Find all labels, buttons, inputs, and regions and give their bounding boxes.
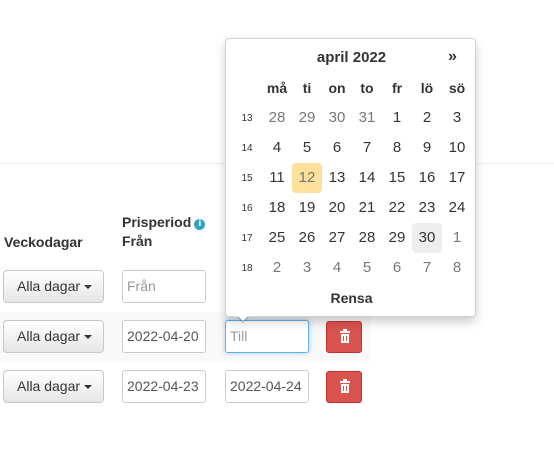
header-price-period: Prisperiod i (122, 213, 206, 231)
calendar-day[interactable]: 1 (382, 103, 412, 133)
calendar-day[interactable]: 30 (412, 223, 442, 253)
calendar-day[interactable]: 11 (262, 163, 292, 193)
calendar-day[interactable]: 4 (322, 253, 352, 283)
weekdays-dropdown-button[interactable]: Alla dagar (3, 370, 104, 403)
calendar-day[interactable]: 6 (382, 253, 412, 283)
calendar-day[interactable]: 21 (352, 193, 382, 223)
calendar-day[interactable]: 20 (322, 193, 352, 223)
calendar-day[interactable]: 30 (322, 103, 352, 133)
calendar-day[interactable]: 3 (292, 253, 322, 283)
calendar-day[interactable]: 25 (262, 223, 292, 253)
info-icon[interactable]: i (194, 219, 206, 230)
header-weekdays: Veckodagar (4, 234, 83, 250)
to-date-input[interactable]: Till (225, 320, 309, 353)
datepicker: april 2022 » Rensa må ti on to fr lö sö 13 28 29 3… (225, 38, 476, 317)
from-date-input[interactable]: Från (122, 270, 206, 303)
calendar-day[interactable]: 18 (262, 193, 292, 223)
header-price-period-label: Prisperiod (122, 214, 192, 230)
weekday-header: fr (391, 80, 403, 96)
calendar-day[interactable]: 2 (412, 103, 442, 133)
calendar-day[interactable]: 5 (292, 133, 322, 163)
calendar-day[interactable]: 15 (382, 163, 412, 193)
datepicker-month-title[interactable]: april 2022 (226, 49, 477, 66)
weekday-header: to (360, 80, 374, 96)
datepicker-pointer-inner (237, 315, 249, 321)
caret-down-icon (84, 285, 93, 289)
weekday-header: lö (420, 80, 434, 96)
calendar-day[interactable]: 10 (442, 133, 472, 163)
calendar-day[interactable]: 29 (382, 223, 412, 253)
calendar-day[interactable]: 9 (412, 133, 442, 163)
next-month-button[interactable]: » (448, 48, 457, 66)
week-number: 18 (241, 263, 253, 274)
week-number: 14 (241, 143, 253, 154)
calendar-day[interactable]: 14 (352, 163, 382, 193)
calendar-day[interactable]: 23 (412, 193, 442, 223)
header-from: Från (122, 233, 153, 249)
clear-button[interactable]: Rensa (226, 290, 477, 306)
from-date-input[interactable]: 2022-04-20 (122, 320, 206, 353)
weekday-header: må (266, 80, 288, 96)
calendar-day[interactable]: 22 (382, 193, 412, 223)
calendar-day[interactable]: 8 (382, 133, 412, 163)
calendar-day[interactable]: 24 (442, 193, 472, 223)
trash-icon (340, 379, 350, 393)
calendar-day[interactable]: 29 (292, 103, 322, 133)
calendar-day[interactable]: 1 (442, 223, 472, 253)
calendar-day[interactable]: 16 (412, 163, 442, 193)
week-number: 15 (241, 173, 253, 184)
week-number: 16 (241, 203, 253, 214)
weekday-header: sö (448, 80, 466, 96)
caret-down-icon (84, 335, 93, 339)
delete-row-button[interactable] (326, 371, 362, 403)
calendar-day[interactable]: 19 (292, 193, 322, 223)
calendar-day[interactable]: 12 (292, 163, 322, 193)
calendar-day[interactable]: 7 (412, 253, 442, 283)
calendar-day[interactable]: 31 (352, 103, 382, 133)
weekdays-dropdown-label: Alla dagar (17, 328, 81, 344)
calendar-day[interactable]: 28 (352, 223, 382, 253)
to-date-input[interactable]: 2022-04-24 (225, 370, 309, 403)
calendar-day[interactable]: 2 (262, 253, 292, 283)
week-number: 17 (241, 233, 253, 244)
weekdays-dropdown-label: Alla dagar (17, 278, 81, 294)
calendar-day[interactable]: 4 (262, 133, 292, 163)
calendar-day[interactable]: 5 (352, 253, 382, 283)
calendar-day[interactable]: 7 (352, 133, 382, 163)
weekdays-dropdown-button[interactable]: Alla dagar (3, 270, 104, 303)
calendar-day[interactable]: 6 (322, 133, 352, 163)
calendar-day[interactable]: 8 (442, 253, 472, 283)
calendar-day[interactable]: 13 (322, 163, 352, 193)
calendar-day[interactable]: 27 (322, 223, 352, 253)
delete-row-button[interactable] (326, 321, 362, 353)
weekdays-dropdown-button[interactable]: Alla dagar (3, 320, 104, 353)
caret-down-icon (84, 385, 93, 389)
weekdays-dropdown-label: Alla dagar (17, 378, 81, 394)
weekday-header: on (328, 80, 346, 96)
calendar-day[interactable]: 28 (262, 103, 292, 133)
calendar-day[interactable]: 17 (442, 163, 472, 193)
week-number: 13 (241, 113, 253, 124)
trash-icon (340, 329, 350, 343)
weekday-header: ti (302, 80, 312, 96)
from-date-input[interactable]: 2022-04-23 (122, 370, 206, 403)
calendar-day[interactable]: 3 (442, 103, 472, 133)
calendar-day[interactable]: 26 (292, 223, 322, 253)
